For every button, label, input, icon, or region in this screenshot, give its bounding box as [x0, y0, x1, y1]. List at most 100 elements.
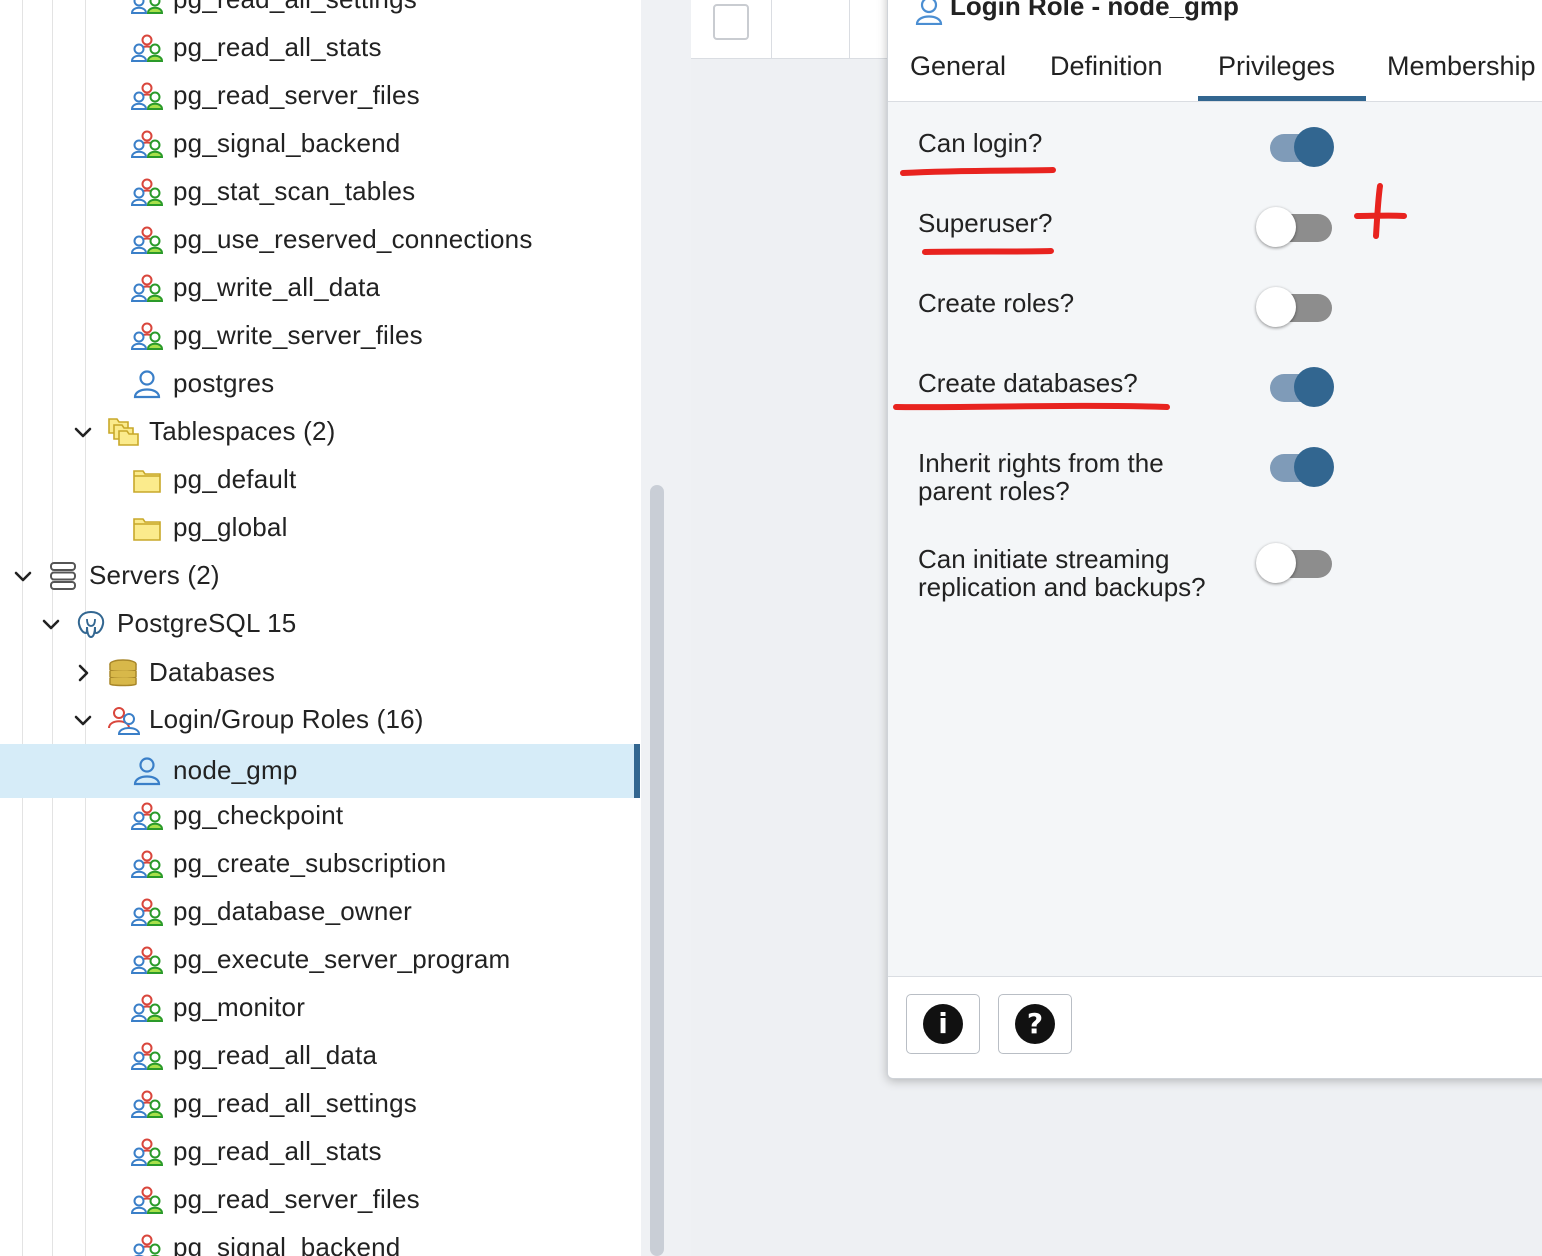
tree-item-label: pg_global: [173, 512, 288, 542]
tree-item[interactable]: pg_monitor: [0, 984, 640, 1032]
login-role-icon: [133, 370, 161, 399]
tree-item-label: Servers (2): [89, 560, 220, 590]
chevron-down-icon[interactable]: [11, 564, 35, 588]
tab-general[interactable]: General: [888, 51, 1030, 101]
privilege-toggle[interactable]: [1256, 444, 1334, 487]
databases-icon: [109, 659, 137, 687]
privilege-toggle[interactable]: [1256, 124, 1334, 167]
tab-membership[interactable]: Membership: [1366, 51, 1542, 101]
select-all-checkbox[interactable]: [713, 4, 749, 40]
tree-item[interactable]: pg_read_all_stats: [0, 24, 640, 72]
group-role-icon: [130, 898, 164, 926]
tree-item[interactable]: pg_read_all_settings: [0, 0, 640, 24]
tree-item[interactable]: Login/Group Roles (16): [0, 696, 640, 744]
tree-item-label: pg_database_owner: [173, 896, 413, 926]
tree-item-label: node_gmp: [173, 755, 298, 785]
tree-scrollbar-thumb[interactable]: [650, 485, 664, 1256]
tablespace-icon: [133, 470, 161, 493]
tree-item[interactable]: PostgreSQL 15: [0, 600, 640, 648]
group-role-icon: [130, 994, 164, 1022]
tree-item-label: pg_read_server_files: [173, 1184, 420, 1214]
tree-item-label: PostgreSQL 15: [117, 608, 297, 638]
group-role-icon: [130, 1090, 164, 1118]
group-role-icon: [130, 34, 164, 62]
tree-item[interactable]: pg_write_server_files: [0, 312, 640, 360]
tree-item-label: pg_default: [173, 464, 297, 494]
tab-privileges[interactable]: Privileges: [1198, 51, 1366, 101]
dialog-tabs: General Definition Privileges Membership: [888, 39, 1542, 102]
toggle-knob: [1294, 447, 1334, 487]
group-role-icon: [130, 130, 164, 158]
privilege-label: Inherit rights from the parent roles?: [918, 448, 1164, 506]
help-button[interactable]: ?: [998, 994, 1072, 1054]
toggle-knob: [1256, 207, 1296, 247]
privilege-label: Create databases?: [918, 368, 1138, 398]
tree-item[interactable]: pg_use_reserved_connections: [0, 216, 640, 264]
column-divider: [771, 0, 772, 58]
tree-item[interactable]: pg_database_owner: [0, 888, 640, 936]
privilege-label: Can login?: [918, 128, 1043, 158]
servers-icon: [50, 562, 76, 590]
toggle-knob: [1256, 287, 1296, 327]
postgresql-icon: [77, 610, 105, 639]
tree-item-label: pg_create_subscription: [173, 848, 447, 878]
login-role-icon: [915, 0, 943, 25]
group-role-icon: [133, 1234, 161, 1256]
tree-item-label: pg_checkpoint: [173, 800, 344, 830]
tab-label: Definition: [1050, 51, 1163, 81]
privilege-toggle[interactable]: [1256, 204, 1332, 247]
info-button[interactable]: i: [906, 994, 980, 1054]
tree-item-label: pg_read_server_files: [173, 80, 420, 110]
privilege-toggle[interactable]: [1256, 364, 1334, 407]
tree-scrollbar[interactable]: [641, 0, 691, 1256]
tree-item[interactable]: pg_signal_backend: [0, 1224, 640, 1256]
tree-item[interactable]: Tablespaces (2): [0, 408, 640, 456]
tree-item[interactable]: pg_read_all_settings: [0, 1080, 640, 1128]
tree-item[interactable]: pg_create_subscription: [0, 840, 640, 888]
tab-label: Privileges: [1218, 51, 1336, 81]
tree-item[interactable]: node_gmp: [0, 744, 640, 798]
chevron-right-icon[interactable]: [71, 661, 95, 685]
dialog-titlebar[interactable]: Login Role - node_gmp: [888, 0, 1542, 39]
tree-item-label: pg_read_all_settings: [173, 1088, 417, 1118]
tree-item[interactable]: pg_global: [0, 504, 640, 552]
chevron-down-icon[interactable]: [71, 708, 95, 732]
tree-item-label: Databases: [149, 657, 276, 687]
privilege-toggle[interactable]: [1256, 540, 1332, 583]
tree-item-label: Login/Group Roles (16): [149, 704, 424, 734]
tree-item[interactable]: pg_stat_scan_tables: [0, 168, 640, 216]
tree-item[interactable]: pg_read_all_data: [0, 1032, 640, 1080]
chevron-down-icon[interactable]: [39, 612, 63, 636]
roles-icon: [108, 707, 140, 735]
group-role-icon: [130, 1186, 164, 1214]
tree-item[interactable]: pg_write_all_data: [0, 264, 640, 312]
privilege-label: Can initiate streaming replication and b…: [918, 544, 1206, 602]
tree-item[interactable]: pg_read_all_stats: [0, 1128, 640, 1176]
login-role-icon: [133, 757, 161, 786]
tablespace-icon: [133, 518, 161, 541]
tree-item[interactable]: Databases: [0, 649, 640, 697]
privilege-toggle[interactable]: [1256, 284, 1332, 327]
chevron-down-icon[interactable]: [71, 420, 95, 444]
tree-item-label: pg_signal_backend: [173, 128, 401, 158]
tablespaces-icon: [108, 418, 139, 446]
tree-item[interactable]: pg_read_server_files: [0, 72, 640, 120]
tree-item[interactable]: Servers (2): [0, 552, 640, 600]
tab-label: General: [910, 51, 1007, 81]
tree-item[interactable]: pg_execute_server_program: [0, 936, 640, 984]
group-role-icon: [130, 850, 164, 878]
dialog-title: Login Role - node_gmp: [950, 0, 1239, 21]
group-role-icon: [130, 0, 164, 14]
tree-item-label: pg_signal_backend: [173, 1232, 401, 1256]
tree-item[interactable]: pg_read_server_files: [0, 1176, 640, 1224]
tree-item[interactable]: postgres: [0, 360, 640, 408]
privilege-label: Superuser?: [918, 208, 1053, 238]
group-role-icon: [130, 946, 164, 974]
tab-definition[interactable]: Definition: [1030, 51, 1198, 101]
tree-item[interactable]: pg_default: [0, 456, 640, 504]
tree-item[interactable]: pg_signal_backend: [0, 120, 640, 168]
group-role-icon: [130, 1042, 164, 1070]
tree-item[interactable]: pg_checkpoint: [0, 792, 640, 840]
privilege-label: Create roles?: [918, 288, 1075, 318]
info-icon: i: [923, 1004, 963, 1044]
